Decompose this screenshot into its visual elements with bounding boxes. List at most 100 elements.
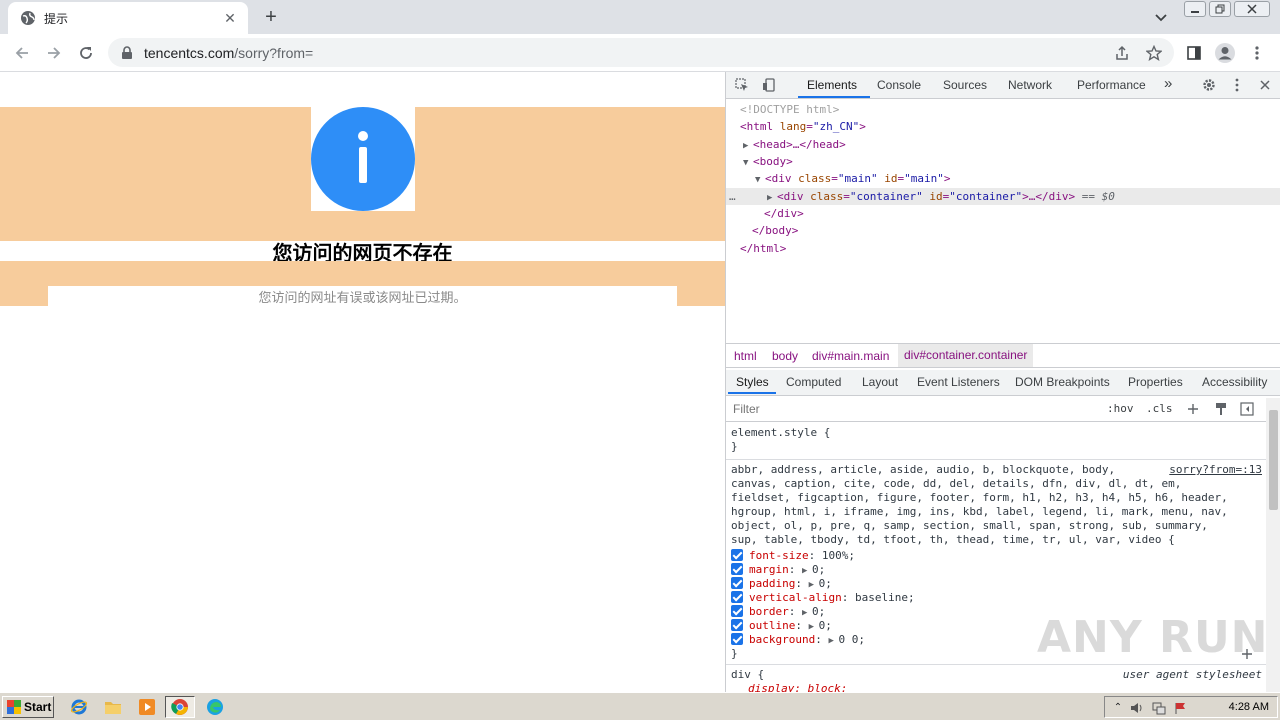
devtools-close-icon[interactable]	[1257, 77, 1273, 93]
tab-console[interactable]: Console	[877, 78, 921, 92]
element-style-rule[interactable]: element.style {	[731, 426, 830, 440]
volume-icon[interactable]	[1129, 700, 1145, 716]
subtab-properties[interactable]: Properties	[1128, 375, 1183, 389]
window-restore-button[interactable]	[1209, 1, 1231, 17]
browser-tab[interactable]: 提示 ✕	[8, 2, 248, 34]
browser-menu-icon[interactable]	[1245, 41, 1269, 65]
style-declaration[interactable]: padding: ▶ 0;	[731, 577, 832, 591]
crumb-div-container[interactable]: div#container.container	[898, 344, 1034, 367]
style-declaration[interactable]: outline: ▶ 0;	[731, 619, 832, 633]
crumb-div-main[interactable]: div#main.main	[812, 349, 889, 363]
declaration-checkbox[interactable]	[731, 549, 743, 561]
edge-icon[interactable]	[204, 697, 226, 717]
new-style-rule-icon[interactable]	[1185, 401, 1201, 417]
crumb-html[interactable]: html	[734, 349, 757, 363]
expand-arrow-icon[interactable]: ▶	[802, 564, 812, 578]
tray-expand-icon[interactable]: ⌃	[1110, 699, 1126, 715]
tab-sources[interactable]: Sources	[943, 78, 987, 92]
styles-filter-input[interactable]	[729, 399, 1097, 419]
style-declaration[interactable]: margin: ▶ 0;	[731, 563, 825, 577]
expand-arrow-icon[interactable]: ▶	[809, 620, 819, 634]
profile-avatar-icon[interactable]	[1213, 41, 1237, 65]
toggle-hover-state-button[interactable]: :hov	[1107, 402, 1134, 415]
start-button[interactable]: Start	[2, 696, 54, 718]
crumb-body[interactable]: body	[772, 349, 798, 363]
back-arrow-icon[interactable]	[10, 41, 34, 65]
tab-search-chevron-icon[interactable]	[1151, 8, 1171, 28]
file-explorer-icon[interactable]	[102, 697, 124, 717]
new-tab-button[interactable]: +	[260, 6, 282, 28]
tab-close-icon[interactable]: ✕	[222, 10, 238, 26]
dom-div-close[interactable]: </div>	[764, 206, 804, 222]
subtab-dom-breakpoints[interactable]: DOM Breakpoints	[1015, 375, 1110, 389]
reload-icon[interactable]	[74, 41, 98, 65]
side-panel-icon[interactable]	[1182, 41, 1206, 65]
dom-node-ellipsis[interactable]: …	[729, 189, 736, 205]
toggle-sidebar-icon[interactable]	[1239, 401, 1255, 417]
style-declaration[interactable]: background: ▶ 0 0;	[731, 633, 865, 647]
subtab-layout[interactable]: Layout	[862, 375, 898, 389]
dom-body-node[interactable]: ▼ <body>	[743, 154, 793, 170]
settings-gear-icon[interactable]	[1201, 77, 1217, 93]
dom-html-node[interactable]: <html lang="zh_CN">	[740, 119, 866, 135]
start-label: Start	[24, 700, 52, 714]
reset-rule-source-link[interactable]: sorry?from=:13	[1169, 463, 1262, 476]
devtools-menu-icon[interactable]	[1229, 77, 1245, 93]
expand-arrow-icon[interactable]: ▶	[767, 190, 777, 206]
more-tabs-button[interactable]: »	[1164, 75, 1172, 92]
forward-arrow-icon[interactable]	[42, 41, 66, 65]
declaration-checkbox[interactable]	[731, 577, 743, 589]
tab-elements[interactable]: Elements	[807, 78, 857, 92]
collapse-arrow-icon[interactable]: ▼	[755, 172, 765, 188]
dom-div-main-node[interactable]: ▼ <div class="main" id="main">	[755, 171, 951, 187]
declaration-checkbox[interactable]	[731, 605, 743, 617]
address-bar[interactable]: tencentcs.com/sorry?from=	[108, 38, 1174, 67]
inspect-element-icon[interactable]	[734, 77, 750, 93]
dom-div-container-node[interactable]: ▶ <div class="container" id="container">……	[767, 189, 1115, 205]
paint-brush-icon[interactable]	[1213, 401, 1229, 417]
device-toolbar-icon[interactable]	[761, 77, 777, 93]
subtab-styles[interactable]: Styles	[736, 375, 769, 389]
selector-line[interactable]: canvas, caption, cite, code, dd, del, de…	[731, 477, 1181, 491]
collapse-arrow-icon[interactable]: ▼	[743, 155, 753, 171]
selector-line[interactable]: hgroup, html, i, iframe, img, ins, kbd, …	[731, 505, 1228, 519]
style-declaration[interactable]: font-size: 100%;	[731, 549, 855, 563]
dom-doctype[interactable]: <!DOCTYPE html>	[740, 102, 839, 118]
network-icon[interactable]	[1151, 700, 1167, 716]
chrome-taskbar-icon[interactable]	[165, 696, 195, 718]
style-declaration[interactable]: vertical-align: baseline;	[731, 591, 915, 605]
subtab-accessibility[interactable]: Accessibility	[1202, 375, 1267, 389]
share-icon[interactable]	[1110, 41, 1134, 65]
selector-line[interactable]: object, ol, p, pre, q, samp, section, sm…	[731, 519, 1208, 533]
dom-html-close[interactable]: </html>	[740, 241, 786, 257]
tab-performance[interactable]: Performance	[1077, 78, 1146, 92]
declaration-checkbox[interactable]	[731, 633, 743, 645]
media-player-icon[interactable]	[136, 697, 158, 717]
expand-arrow-icon[interactable]: ▶	[828, 634, 838, 648]
tab-network[interactable]: Network	[1008, 78, 1052, 92]
div-rule-selector[interactable]: div {	[731, 668, 764, 682]
dom-head-node[interactable]: ▶ <head>…</head>	[743, 137, 846, 153]
dom-body-close[interactable]: </body>	[752, 223, 798, 239]
toggle-classes-button[interactable]: .cls	[1146, 402, 1173, 415]
declaration-checkbox[interactable]	[731, 563, 743, 575]
subtab-computed[interactable]: Computed	[786, 375, 841, 389]
lock-icon[interactable]	[120, 45, 134, 60]
security-flag-icon[interactable]	[1173, 700, 1189, 716]
subtab-event-listeners[interactable]: Event Listeners	[917, 375, 1000, 389]
scrollbar-thumb[interactable]	[1269, 410, 1278, 510]
selector-line[interactable]: abbr, address, article, aside, audio, b,…	[731, 463, 1115, 477]
taskbar-clock[interactable]: 4:28 AM	[1229, 701, 1269, 713]
declaration-checkbox[interactable]	[731, 591, 743, 603]
window-minimize-button[interactable]	[1184, 1, 1206, 17]
style-declaration[interactable]: border: ▶ 0;	[731, 605, 825, 619]
expand-arrow-icon[interactable]: ▶	[802, 606, 812, 620]
selector-line[interactable]: sup, table, tbody, td, tfoot, th, thead,…	[731, 533, 1175, 547]
selector-line[interactable]: fieldset, figcaption, figure, footer, fo…	[731, 491, 1228, 505]
expand-arrow-icon[interactable]: ▶	[809, 578, 819, 592]
window-close-button[interactable]	[1234, 1, 1270, 17]
internet-explorer-icon[interactable]	[68, 697, 90, 717]
bookmark-star-icon[interactable]	[1142, 41, 1166, 65]
declaration-checkbox[interactable]	[731, 619, 743, 631]
expand-arrow-icon[interactable]: ▶	[743, 138, 753, 154]
